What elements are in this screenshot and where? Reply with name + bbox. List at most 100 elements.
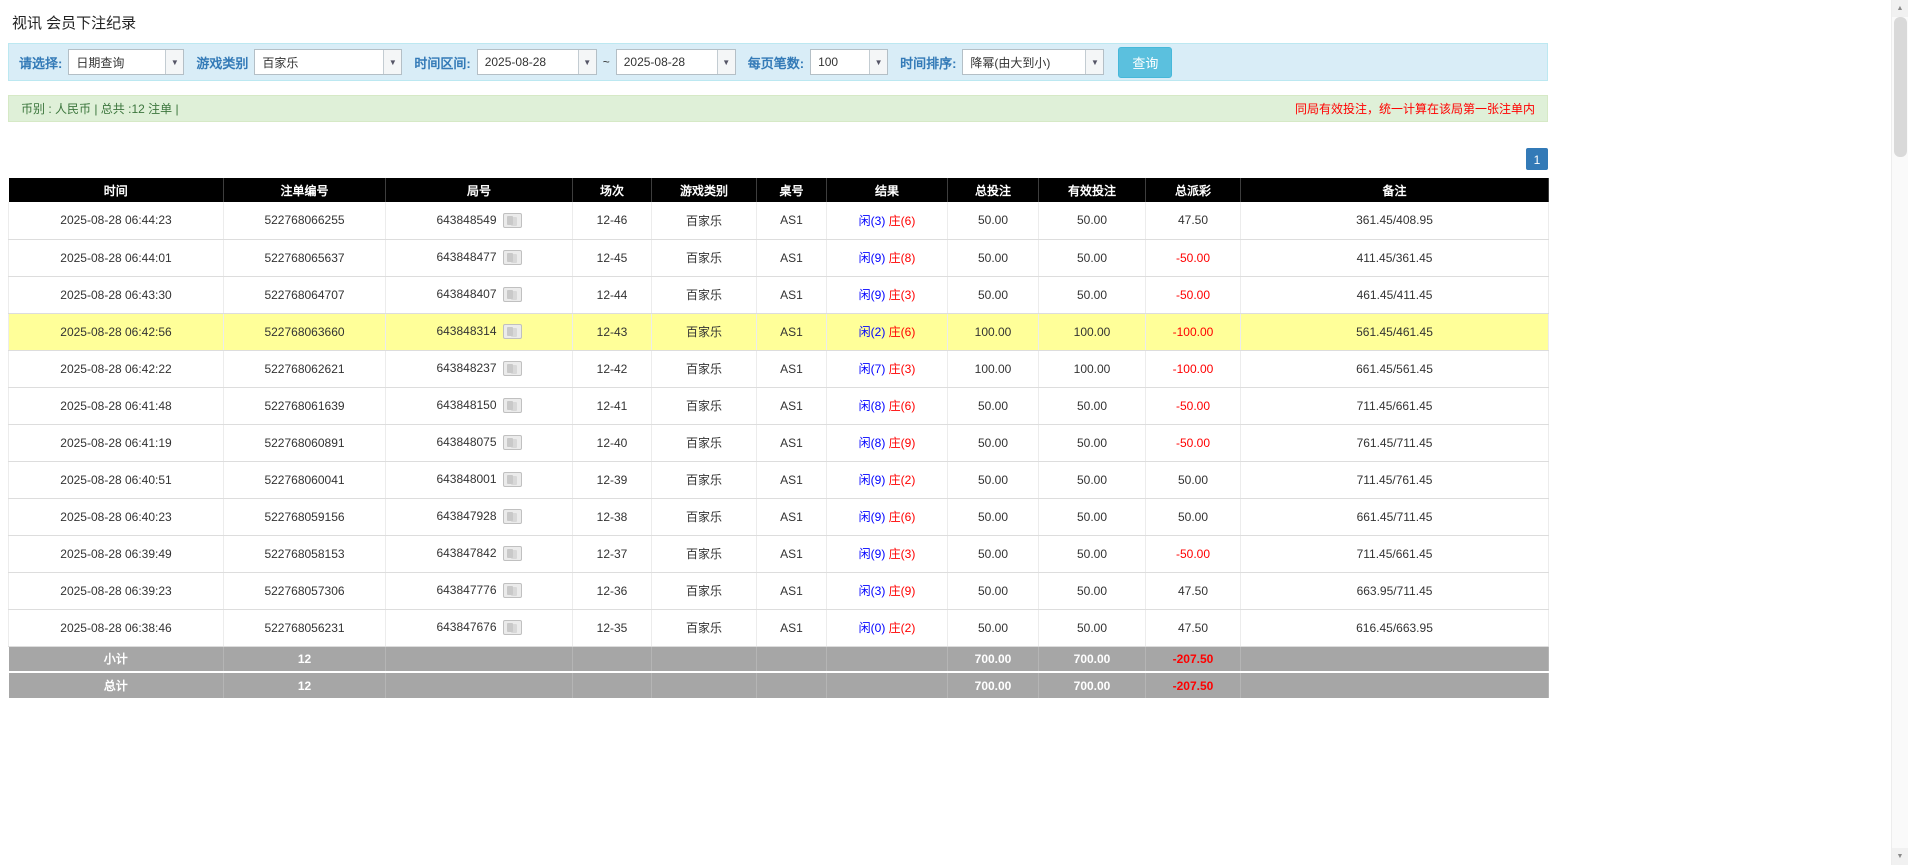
view-cards-icon[interactable] xyxy=(503,509,522,524)
total-bet-cell[interactable]: 50.00 xyxy=(948,276,1039,313)
session-cell: 12-43 xyxy=(573,313,652,350)
table-no-cell: AS1 xyxy=(757,461,827,498)
pagination: 1 xyxy=(8,148,1548,170)
summary-label: 小计 xyxy=(9,646,224,672)
summary-cell xyxy=(827,672,948,698)
scrollbar-down-icon[interactable]: ▼ xyxy=(1892,848,1908,865)
search-button[interactable]: 查询 xyxy=(1118,47,1172,78)
column-header: 场次 xyxy=(573,178,652,202)
chevron-down-icon[interactable]: ▼ xyxy=(869,50,887,74)
sort-order-input[interactable] xyxy=(963,50,1085,74)
currency-total-text: 币别 : 人民币 | 总共 :12 注单 | xyxy=(21,100,179,117)
time-cell: 2025-08-28 06:38:46 xyxy=(9,609,224,646)
sort-order-select[interactable]: ▼ xyxy=(962,49,1104,75)
bet-row[interactable]: 2025-08-28 06:38:46522768056231643847676… xyxy=(9,609,1549,646)
result-player: 闲(3) xyxy=(859,584,886,598)
chevron-down-icon[interactable]: ▼ xyxy=(383,50,401,74)
bet-row[interactable]: 2025-08-28 06:44:23522768066255643848549… xyxy=(9,202,1549,239)
view-cards-icon[interactable] xyxy=(503,398,522,413)
view-cards-icon[interactable] xyxy=(503,250,522,265)
bet-row[interactable]: 2025-08-28 06:41:19522768060891643848075… xyxy=(9,424,1549,461)
round-id: 643848001 xyxy=(436,472,496,486)
time-cell: 2025-08-28 06:41:48 xyxy=(9,387,224,424)
game-type-select[interactable]: ▼ xyxy=(254,49,402,75)
date-to-input[interactable] xyxy=(617,50,717,74)
session-cell: 12-45 xyxy=(573,239,652,276)
total-bet-cell[interactable]: 100.00 xyxy=(948,313,1039,350)
view-cards-icon[interactable] xyxy=(503,583,522,598)
scrollbar-up-icon[interactable]: ▲ xyxy=(1892,0,1908,17)
query-type-select[interactable]: ▼ xyxy=(68,49,184,75)
view-cards-icon[interactable] xyxy=(503,472,522,487)
session-cell: 12-42 xyxy=(573,350,652,387)
game-type-input[interactable] xyxy=(255,50,383,74)
session-cell: 12-44 xyxy=(573,276,652,313)
date-to-picker[interactable]: ▼ xyxy=(616,49,736,75)
view-cards-icon[interactable] xyxy=(503,213,522,228)
chevron-down-icon[interactable]: ▼ xyxy=(578,50,596,74)
round-id: 643847928 xyxy=(436,509,496,523)
bet-row[interactable]: 2025-08-28 06:39:49522768058153643847842… xyxy=(9,535,1549,572)
total-bet-cell[interactable]: 50.00 xyxy=(948,239,1039,276)
view-cards-icon[interactable] xyxy=(503,287,522,302)
page-size-select[interactable]: ▼ xyxy=(810,49,888,75)
game-type-cell: 百家乐 xyxy=(652,498,757,535)
table-no-cell: AS1 xyxy=(757,572,827,609)
bet-row[interactable]: 2025-08-28 06:41:48522768061639643848150… xyxy=(9,387,1549,424)
column-header: 结果 xyxy=(827,178,948,202)
page-1-button[interactable]: 1 xyxy=(1526,148,1548,170)
summary-cell xyxy=(652,672,757,698)
result-banker: 庄(9) xyxy=(889,584,916,598)
bet-row[interactable]: 2025-08-28 06:43:30522768064707643848407… xyxy=(9,276,1549,313)
chevron-down-icon[interactable]: ▼ xyxy=(1085,50,1103,74)
round-id: 643848407 xyxy=(436,287,496,301)
date-from-picker[interactable]: ▼ xyxy=(477,49,597,75)
payout-cell: -50.00 xyxy=(1146,276,1241,313)
bet-row[interactable]: 2025-08-28 06:44:01522768065637643848477… xyxy=(9,239,1549,276)
page-size-input[interactable] xyxy=(811,50,869,74)
summary-cell: -207.50 xyxy=(1146,672,1241,698)
view-cards-icon[interactable] xyxy=(503,435,522,450)
result-banker: 庄(6) xyxy=(889,214,916,228)
column-header: 桌号 xyxy=(757,178,827,202)
view-cards-icon[interactable] xyxy=(503,361,522,376)
round-id: 643847676 xyxy=(436,620,496,634)
date-from-input[interactable] xyxy=(478,50,578,74)
total-bet-cell[interactable]: 50.00 xyxy=(948,609,1039,646)
game-type-cell: 百家乐 xyxy=(652,535,757,572)
round-cell: 643848314 xyxy=(386,313,573,350)
view-cards-icon[interactable] xyxy=(503,620,522,635)
total-bet-cell[interactable]: 50.00 xyxy=(948,498,1039,535)
result-cell: 闲(7) 庄(3) xyxy=(827,350,948,387)
view-cards-icon[interactable] xyxy=(503,546,522,561)
table-no-cell: AS1 xyxy=(757,498,827,535)
summary-cell: 12 xyxy=(224,672,386,698)
chevron-down-icon[interactable]: ▼ xyxy=(165,50,183,74)
chevron-down-icon[interactable]: ▼ xyxy=(717,50,735,74)
total-bet-cell[interactable]: 50.00 xyxy=(948,572,1039,609)
total-bet-cell[interactable]: 50.00 xyxy=(948,424,1039,461)
bet-row[interactable]: 2025-08-28 06:40:51522768060041643848001… xyxy=(9,461,1549,498)
vertical-scrollbar[interactable]: ▲ ▼ xyxy=(1891,0,1908,865)
result-cell: 闲(3) 庄(6) xyxy=(827,202,948,239)
bet-row[interactable]: 2025-08-28 06:42:56522768063660643848314… xyxy=(9,313,1549,350)
game-type-cell: 百家乐 xyxy=(652,276,757,313)
bet-row[interactable]: 2025-08-28 06:40:23522768059156643847928… xyxy=(9,498,1549,535)
round-cell: 643848549 xyxy=(386,202,573,239)
valid-bet-cell: 100.00 xyxy=(1039,313,1146,350)
total-bet-cell[interactable]: 50.00 xyxy=(948,535,1039,572)
bet-row[interactable]: 2025-08-28 06:39:23522768057306643847776… xyxy=(9,572,1549,609)
valid-bet-cell: 50.00 xyxy=(1039,276,1146,313)
view-cards-icon[interactable] xyxy=(503,324,522,339)
bet-row[interactable]: 2025-08-28 06:42:22522768062621643848237… xyxy=(9,350,1549,387)
total-bet-cell[interactable]: 50.00 xyxy=(948,387,1039,424)
result-cell: 闲(9) 庄(3) xyxy=(827,535,948,572)
total-bet-cell[interactable]: 50.00 xyxy=(948,461,1039,498)
total-bet-cell[interactable]: 50.00 xyxy=(948,202,1039,239)
payout-cell: 47.50 xyxy=(1146,609,1241,646)
query-type-input[interactable] xyxy=(69,50,165,74)
scrollbar-thumb[interactable] xyxy=(1894,17,1907,157)
total-bet-cell[interactable]: 100.00 xyxy=(948,350,1039,387)
result-banker: 庄(8) xyxy=(889,251,916,265)
summary-cell: 700.00 xyxy=(948,672,1039,698)
